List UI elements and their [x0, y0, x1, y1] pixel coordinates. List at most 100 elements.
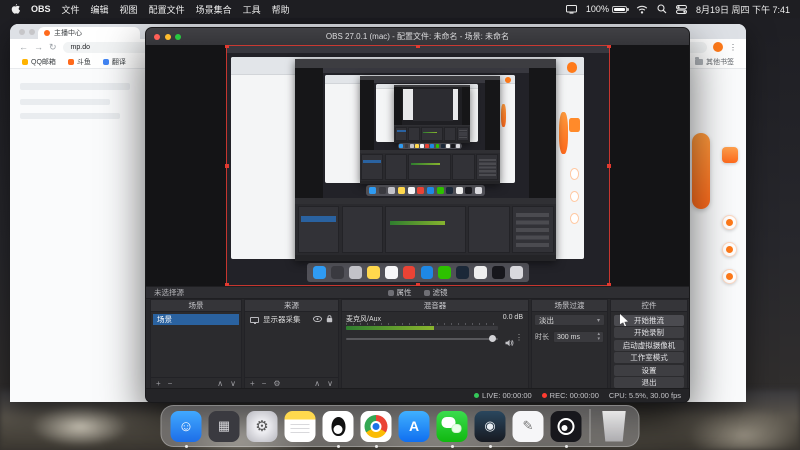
dock-item-wechat[interactable]	[436, 410, 468, 442]
menu-item-edit[interactable]: 编辑	[91, 3, 109, 16]
menu-item-view[interactable]: 视图	[120, 3, 138, 16]
folder-icon	[695, 56, 703, 65]
menu-bar-clock[interactable]: 8月19日 周四 下午 7:41	[696, 3, 790, 16]
reload-icon[interactable]: ↻	[49, 42, 57, 52]
start-virtual-camera-button[interactable]: 启动虚拟摄像机	[614, 339, 684, 351]
mixer-options-icon[interactable]: ⋮	[515, 333, 523, 342]
other-bookmarks[interactable]: 其他书签	[695, 56, 734, 67]
transition-select[interactable]: 淡出 ▾	[534, 314, 605, 326]
source-properties-button[interactable]: 属性	[387, 287, 412, 298]
add-source-button[interactable]: +	[250, 379, 255, 388]
bookmark-favicon	[22, 58, 28, 65]
menu-item-tools[interactable]: 工具	[243, 3, 261, 16]
display-icon[interactable]	[565, 4, 577, 14]
menu-item-scene-collection[interactable]: 场景集合	[196, 3, 232, 16]
scene-up-button[interactable]: ∧	[217, 379, 223, 388]
back-icon[interactable]: ←	[19, 42, 28, 52]
close-icon[interactable]	[154, 33, 160, 40]
dock-item-notes[interactable]	[284, 410, 316, 442]
duration-value: 300 ms	[557, 333, 580, 341]
dock-item-launchpad[interactable]: ▦	[208, 410, 240, 442]
browser-active-tab[interactable]: 主播中心	[38, 27, 140, 39]
remove-scene-button[interactable]: −	[168, 379, 173, 388]
page-promo-banner[interactable]	[692, 133, 710, 209]
browser-menu-icon[interactable]: ⋮	[729, 43, 737, 52]
start-recording-button[interactable]: 开始录制	[614, 327, 684, 338]
mixer-level-db: 0.0 dB	[502, 314, 523, 321]
transitions-panel-title[interactable]: 场景过渡	[532, 300, 607, 312]
mixer-tick-scale	[346, 323, 498, 325]
zoom-icon[interactable]	[175, 33, 181, 40]
page-float-home-icon[interactable]	[722, 215, 737, 230]
add-scene-button[interactable]: +	[156, 379, 161, 388]
mixer-slider-knob[interactable]	[489, 335, 496, 342]
filters-icon	[423, 289, 430, 296]
mixer-panel-title[interactable]: 混音器	[342, 300, 528, 312]
settings-button[interactable]: 设置	[614, 364, 684, 376]
controls-panel-title[interactable]: 控件	[611, 300, 687, 312]
source-list-item[interactable]: 显示器采集	[247, 314, 336, 325]
dock-item-chrome[interactable]	[360, 410, 392, 442]
dock-item-obs[interactable]	[550, 410, 582, 442]
minimize-icon[interactable]	[164, 33, 171, 40]
menu-item-profile[interactable]: 配置文件	[149, 3, 185, 16]
source-down-button[interactable]: ∨	[327, 379, 333, 388]
dock-item-steam[interactable]: ◉	[474, 410, 506, 442]
recursive-capture-2	[322, 68, 529, 198]
exit-button[interactable]: 退出	[614, 377, 684, 388]
source-filters-button[interactable]: 滤镜	[423, 287, 448, 298]
live-status-icon	[474, 393, 480, 398]
obs-preview[interactable]	[146, 45, 689, 286]
apple-logo-icon[interactable]	[10, 3, 20, 15]
mixer-volume-meter	[346, 326, 498, 330]
source-label: 显示器采集	[263, 315, 301, 324]
bookmark-qq-mail[interactable]: QQ邮箱	[22, 57, 56, 67]
page-float-gift-icon[interactable]	[722, 242, 737, 257]
dock-item-system-settings[interactable]: ⚙	[246, 410, 278, 442]
obs-title-bar[interactable]: OBS 27.0.1 (mac) - 配置文件: 未命名 - 场景: 未命名	[146, 28, 689, 45]
dock-item-trash[interactable]	[602, 410, 626, 442]
menu-item-help[interactable]: 帮助	[272, 3, 290, 16]
obs-traffic-lights[interactable]	[154, 33, 181, 40]
live-time: LIVE: 00:00:00	[482, 391, 532, 400]
duration-spinbox[interactable]: 300 ms ▴ ▾	[553, 331, 604, 343]
url-text: mp.do	[70, 43, 91, 51]
scenes-panel-title[interactable]: 场景	[151, 300, 241, 312]
menu-item-file[interactable]: 文件	[62, 3, 80, 16]
spin-arrows-icon[interactable]: ▴ ▾	[597, 332, 600, 342]
wifi-icon[interactable]	[636, 5, 648, 14]
source-properties-gear-icon[interactable]: ⚙	[273, 379, 280, 388]
mixer-volume-slider[interactable]	[346, 338, 498, 340]
search-icon[interactable]	[657, 4, 667, 14]
obs-window: OBS 27.0.1 (mac) - 配置文件: 未命名 - 场景: 未命名 未…	[145, 27, 690, 403]
dock-item-qq[interactable]	[322, 410, 354, 442]
transitions-panel: 场景过渡 淡出 ▾ 时长 300 ms ▴ ▾	[531, 299, 608, 390]
captured-dock	[306, 263, 530, 283]
speaker-icon[interactable]	[505, 334, 514, 352]
bookmark-translate[interactable]: 翻译	[102, 57, 126, 67]
menu-app-name[interactable]: OBS	[31, 4, 51, 14]
scene-down-button[interactable]: ∨	[230, 379, 236, 388]
forward-icon[interactable]: →	[34, 42, 43, 52]
display-capture-source[interactable]	[226, 45, 610, 286]
scene-list-item[interactable]: 场景	[153, 314, 239, 325]
page-widget-button[interactable]	[722, 147, 738, 163]
dock-item-pencil-app[interactable]: ✎	[512, 410, 544, 442]
rec-status-icon	[541, 393, 547, 398]
dock-item-finder[interactable]: ☺	[170, 410, 202, 442]
page-float-help-icon[interactable]	[722, 269, 737, 284]
lock-icon[interactable]	[326, 314, 333, 325]
cpu-fps-stats: CPU: 5.5%, 30.00 fps	[608, 391, 681, 400]
battery-icon[interactable]	[611, 5, 629, 13]
profile-avatar[interactable]	[713, 42, 723, 52]
remove-source-button[interactable]: −	[262, 379, 267, 388]
visibility-eye-icon[interactable]	[313, 315, 322, 324]
sources-panel-title[interactable]: 来源	[245, 300, 338, 312]
control-center-icon[interactable]	[675, 4, 687, 14]
dock-item-app-store[interactable]: A	[398, 410, 430, 442]
bookmark-douyu[interactable]: 斗鱼	[67, 57, 91, 67]
source-up-button[interactable]: ∧	[314, 379, 320, 388]
page-skeleton	[20, 83, 130, 90]
tab-favicon	[44, 30, 50, 36]
studio-mode-button[interactable]: 工作室模式	[614, 352, 684, 363]
